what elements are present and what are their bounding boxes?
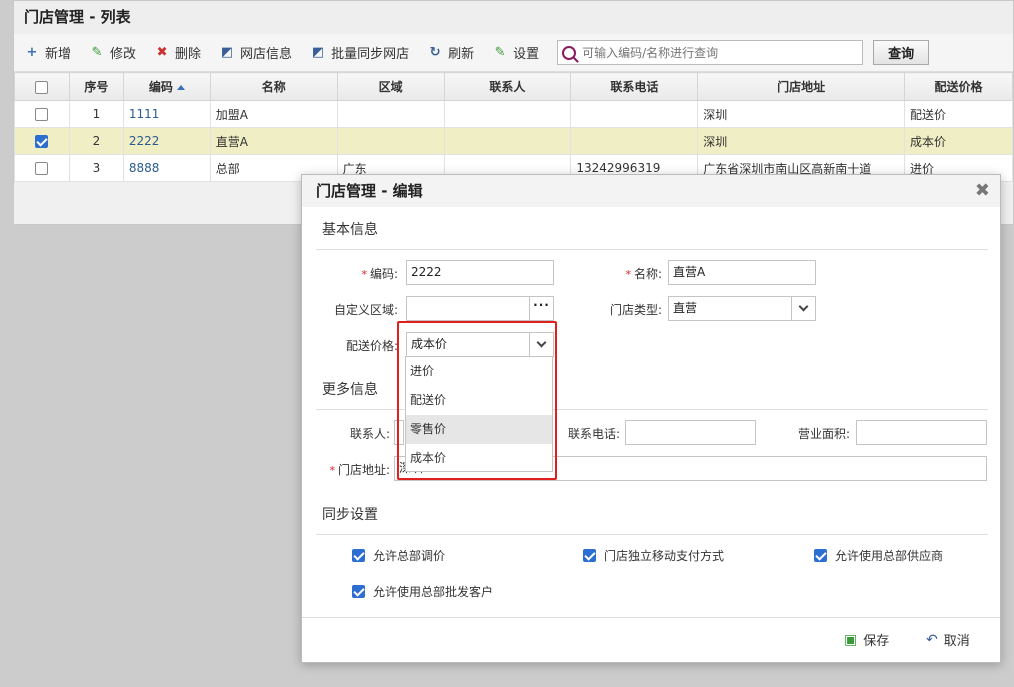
sync-checkbox[interactable] (352, 585, 365, 598)
region-input[interactable]: ··· (406, 296, 554, 321)
col-name: 名称 (209, 72, 338, 101)
highlight-annotation (397, 321, 557, 480)
price-label: 配送价格: (345, 339, 398, 353)
code-label: * 编码: (361, 267, 398, 281)
col-price: 配送价格 (904, 72, 1013, 101)
sort-asc-icon (176, 85, 185, 90)
search-icon (562, 45, 577, 60)
batch-sync-button[interactable]: ◩ 批量同步网店 (310, 43, 409, 62)
settings-button[interactable]: ✎ 设置 (492, 43, 539, 62)
sync-checkbox[interactable] (814, 549, 827, 562)
add-icon: + (26, 45, 38, 60)
more-button[interactable]: ··· (529, 297, 553, 320)
col-region: 区域 (336, 72, 445, 101)
sync-settings-section: 同步设置 (316, 498, 988, 535)
phone-input[interactable] (625, 420, 756, 445)
dialog-title: 门店管理 - 编辑 ✖ (302, 175, 1000, 207)
sync-checkbox[interactable] (352, 549, 365, 562)
close-icon[interactable]: ✖ (975, 175, 990, 207)
sync-option[interactable]: 门店独立移动支付方式 (583, 547, 724, 564)
sync-icon: ◩ (311, 45, 325, 60)
store-type-select[interactable]: 直营 (668, 296, 816, 321)
col-phone: 联系电话 (570, 72, 699, 101)
contact-label: 联系人: (349, 427, 390, 441)
select-all-checkbox[interactable] (35, 80, 49, 94)
row-checkbox[interactable] (35, 162, 49, 175)
col-contact: 联系人 (443, 72, 572, 101)
store-table: 序号 编码 名称 区域 联系人 联系电话 门店地址 配送价格 1 1111 加盟… (14, 72, 1013, 182)
sync-option[interactable]: 允许使用总部批发客户 (352, 583, 493, 600)
col-address: 门店地址 (697, 72, 906, 101)
list-title: 门店管理 - 列表 (14, 1, 1013, 34)
add-button[interactable]: + 新增 (24, 43, 71, 62)
area-label: 营业面积: (797, 427, 850, 441)
sync-option[interactable]: 允许使用总部供应商 (814, 547, 943, 564)
refresh-button[interactable]: ↻ 刷新 (427, 43, 474, 62)
delete-icon: ✖ (156, 45, 168, 60)
col-no: 序号 (68, 72, 124, 101)
edit-icon: ✎ (91, 45, 103, 60)
sync-option[interactable]: 允许总部调价 (352, 547, 445, 564)
address-label: * 门店地址: (329, 463, 390, 477)
toolbar: + 新增 ✎ 修改 ✖ 删除 ◩ 网店信息 ◩ 批量同步网店 ↻ 刷新 ✎ 设置 (14, 34, 1013, 72)
row-checkbox[interactable] (35, 135, 49, 148)
dialog-footer: ▣ 保存 ↶ 取消 (302, 617, 1000, 662)
chevron-down-icon (798, 301, 809, 312)
sync-checkbox[interactable] (583, 549, 596, 562)
code-input[interactable]: 2222 (406, 260, 554, 285)
row-checkbox[interactable] (35, 108, 49, 121)
search-input[interactable] (582, 45, 853, 60)
settings-icon: ✎ (494, 45, 506, 60)
refresh-icon: ↻ (429, 45, 441, 60)
select-all-header[interactable] (14, 72, 70, 101)
table-row[interactable]: 2 2222 直营A 深圳 成本价 (14, 127, 1013, 155)
phone-label: 联系电话: (567, 427, 620, 441)
edit-button[interactable]: ✎ 修改 (89, 43, 136, 62)
cancel-button[interactable]: ↶ 取消 (926, 630, 970, 650)
region-label: 自定义区域: (333, 303, 398, 317)
online-store-button[interactable]: ◩ 网店信息 (219, 43, 292, 62)
store-icon: ◩ (220, 45, 234, 60)
ellipsis-icon: ··· (533, 298, 550, 312)
name-label: * 名称: (625, 267, 662, 281)
undo-icon: ↶ (926, 631, 938, 648)
search-box (557, 40, 864, 65)
col-code[interactable]: 编码 (122, 72, 211, 101)
save-button[interactable]: ▣ 保存 (844, 630, 889, 650)
store-type-label: 门店类型: (609, 303, 662, 317)
table-row[interactable]: 1 1111 加盟A 深圳 配送价 (14, 100, 1013, 128)
delete-button[interactable]: ✖ 删除 (154, 43, 201, 62)
save-icon: ▣ (844, 631, 858, 648)
basic-info-section: 基本信息 (316, 213, 988, 250)
name-input[interactable]: 直营A (668, 260, 816, 285)
store-type-dropdown-button[interactable] (791, 297, 815, 320)
area-input[interactable] (856, 420, 987, 445)
query-button[interactable]: 查询 (873, 40, 930, 65)
